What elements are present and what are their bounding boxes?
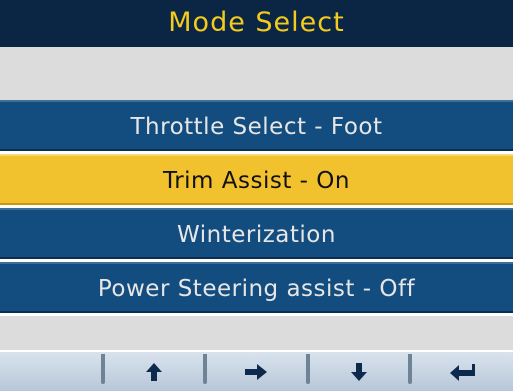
arrow-up-icon <box>145 362 162 381</box>
spacer-row-top <box>0 47 513 100</box>
mode-select-screen: Mode Select Throttle Select - Foot Trim … <box>0 0 513 391</box>
softkey-right[interactable] <box>203 350 308 391</box>
page-title: Mode Select <box>0 0 513 47</box>
softkey-enter[interactable] <box>408 350 513 391</box>
spacer-row-bottom <box>0 316 513 350</box>
softkey-bar <box>0 350 513 391</box>
softkey-blank[interactable] <box>0 350 103 391</box>
softkey-up[interactable] <box>100 350 206 391</box>
menu-item-throttle-select[interactable]: Throttle Select - Foot <box>0 100 513 151</box>
menu-item-power-steering-assist[interactable]: Power Steering assist - Off <box>0 262 513 313</box>
arrow-down-icon <box>351 362 368 381</box>
menu-item-winterization[interactable]: Winterization <box>0 208 513 259</box>
menu-item-trim-assist[interactable]: Trim Assist - On <box>0 154 513 205</box>
arrow-right-icon <box>245 363 268 380</box>
mode-menu: Throttle Select - Foot Trim Assist - On … <box>0 100 513 316</box>
enter-back-icon <box>449 363 475 381</box>
softkey-down[interactable] <box>305 350 411 391</box>
